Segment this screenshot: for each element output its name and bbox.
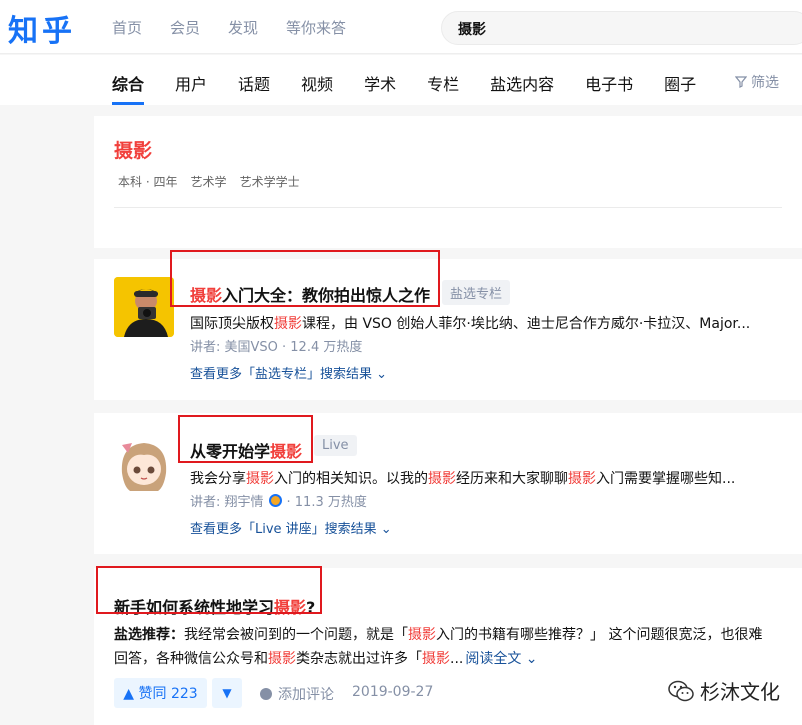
- comment-icon: [260, 688, 272, 700]
- answer-date: 2019-09-27: [352, 684, 434, 700]
- more-live-link[interactable]: 查看更多「Live 讲座」搜索结果 ⌄: [190, 518, 392, 537]
- live-thumbnail[interactable]: [114, 433, 174, 493]
- top-nav: 首页 会员 发现 等你来答: [112, 17, 346, 38]
- divider: [114, 207, 782, 208]
- column-thumbnail[interactable]: [114, 277, 174, 337]
- zhihu-logo[interactable]: 知乎: [8, 6, 76, 50]
- answer-excerpt-line-2[interactable]: 回答，各种微信公众号和摄影类杂志就出过许多「摄影... 阅读全文 ⌄: [114, 648, 538, 668]
- filter-button[interactable]: 筛选: [735, 72, 779, 92]
- annotation-box: [170, 250, 440, 307]
- column-meta: 讲者: 美国VSO · 12.4 万热度: [190, 340, 363, 355]
- live-meta: 讲者: 翔宇情 · 11.3 万热度: [190, 494, 367, 510]
- tab-salt-content[interactable]: 盐选内容: [490, 71, 554, 105]
- column-description: 国际顶尖版权摄影课程，由 VSO 创始人菲尔·埃比纳、迪士尼合作方威尔·卡拉汉、…: [190, 316, 751, 332]
- nav-answer[interactable]: 等你来答: [286, 17, 346, 38]
- search-input[interactable]: 摄影: [441, 11, 802, 45]
- annotation-box: [96, 566, 322, 614]
- tab-columns[interactable]: 专栏: [427, 71, 459, 105]
- upvote-button[interactable]: ▲ 赞同 223: [114, 678, 207, 708]
- anime-avatar-image: [114, 433, 174, 493]
- live-badge: Live: [314, 435, 357, 456]
- wechat-icon: [668, 680, 694, 701]
- nav-discover[interactable]: 发现: [228, 17, 258, 38]
- major-card: 摄影 本科 · 四年 艺术学 艺术学学士: [94, 116, 802, 248]
- tab-users[interactable]: 用户: [175, 71, 207, 105]
- verified-badge-icon: [268, 494, 282, 507]
- tab-videos[interactable]: 视频: [301, 71, 333, 105]
- tab-topics[interactable]: 话题: [238, 71, 270, 105]
- tag-degree: 本科 · 四年: [118, 175, 178, 189]
- read-more-link[interactable]: 阅读全文 ⌄: [465, 651, 537, 667]
- answer-excerpt-line-1[interactable]: 盐选推荐：我经常会被问到的一个问题，就是「摄影入门的书籍有哪些推荐？」 这个问题…: [114, 624, 762, 644]
- tag-degree-type: 艺术学学士: [239, 175, 300, 189]
- watermark: 杉沐文化: [668, 676, 780, 705]
- more-columns-link[interactable]: 查看更多「盐选专栏」搜索结果 ⌄: [190, 363, 387, 382]
- nav-vip[interactable]: 会员: [170, 17, 200, 38]
- tag-discipline: 艺术学: [190, 175, 227, 189]
- top-bar: 知乎 首页 会员 发现 等你来答 摄影: [0, 0, 802, 54]
- live-description: 我会分享摄影入门的相关知识。以我的摄影经历来和大家聊聊摄影入门需要掌握哪些知..…: [190, 471, 736, 487]
- tab-ebooks[interactable]: 电子书: [585, 71, 633, 105]
- nav-home[interactable]: 首页: [112, 17, 142, 38]
- tab-circles[interactable]: 圈子: [664, 71, 696, 105]
- search-tab-bar: 综合 用户 话题 视频 学术 专栏 盐选内容 电子书 圈子 筛选: [0, 55, 802, 105]
- filter-icon: [735, 76, 747, 88]
- filter-label: 筛选: [751, 75, 779, 91]
- major-title[interactable]: 摄影: [114, 136, 152, 163]
- tab-academic[interactable]: 学术: [364, 71, 396, 105]
- salt-column-badge: 盐选专栏: [442, 280, 511, 305]
- add-comment-button[interactable]: 添加评论: [260, 684, 334, 704]
- photographer-image: [114, 277, 174, 337]
- tab-comprehensive[interactable]: 综合: [112, 71, 145, 105]
- major-tags: 本科 · 四年 艺术学 艺术学学士: [118, 171, 308, 190]
- annotation-box: [178, 415, 313, 463]
- downvote-button[interactable]: ▼: [212, 678, 242, 708]
